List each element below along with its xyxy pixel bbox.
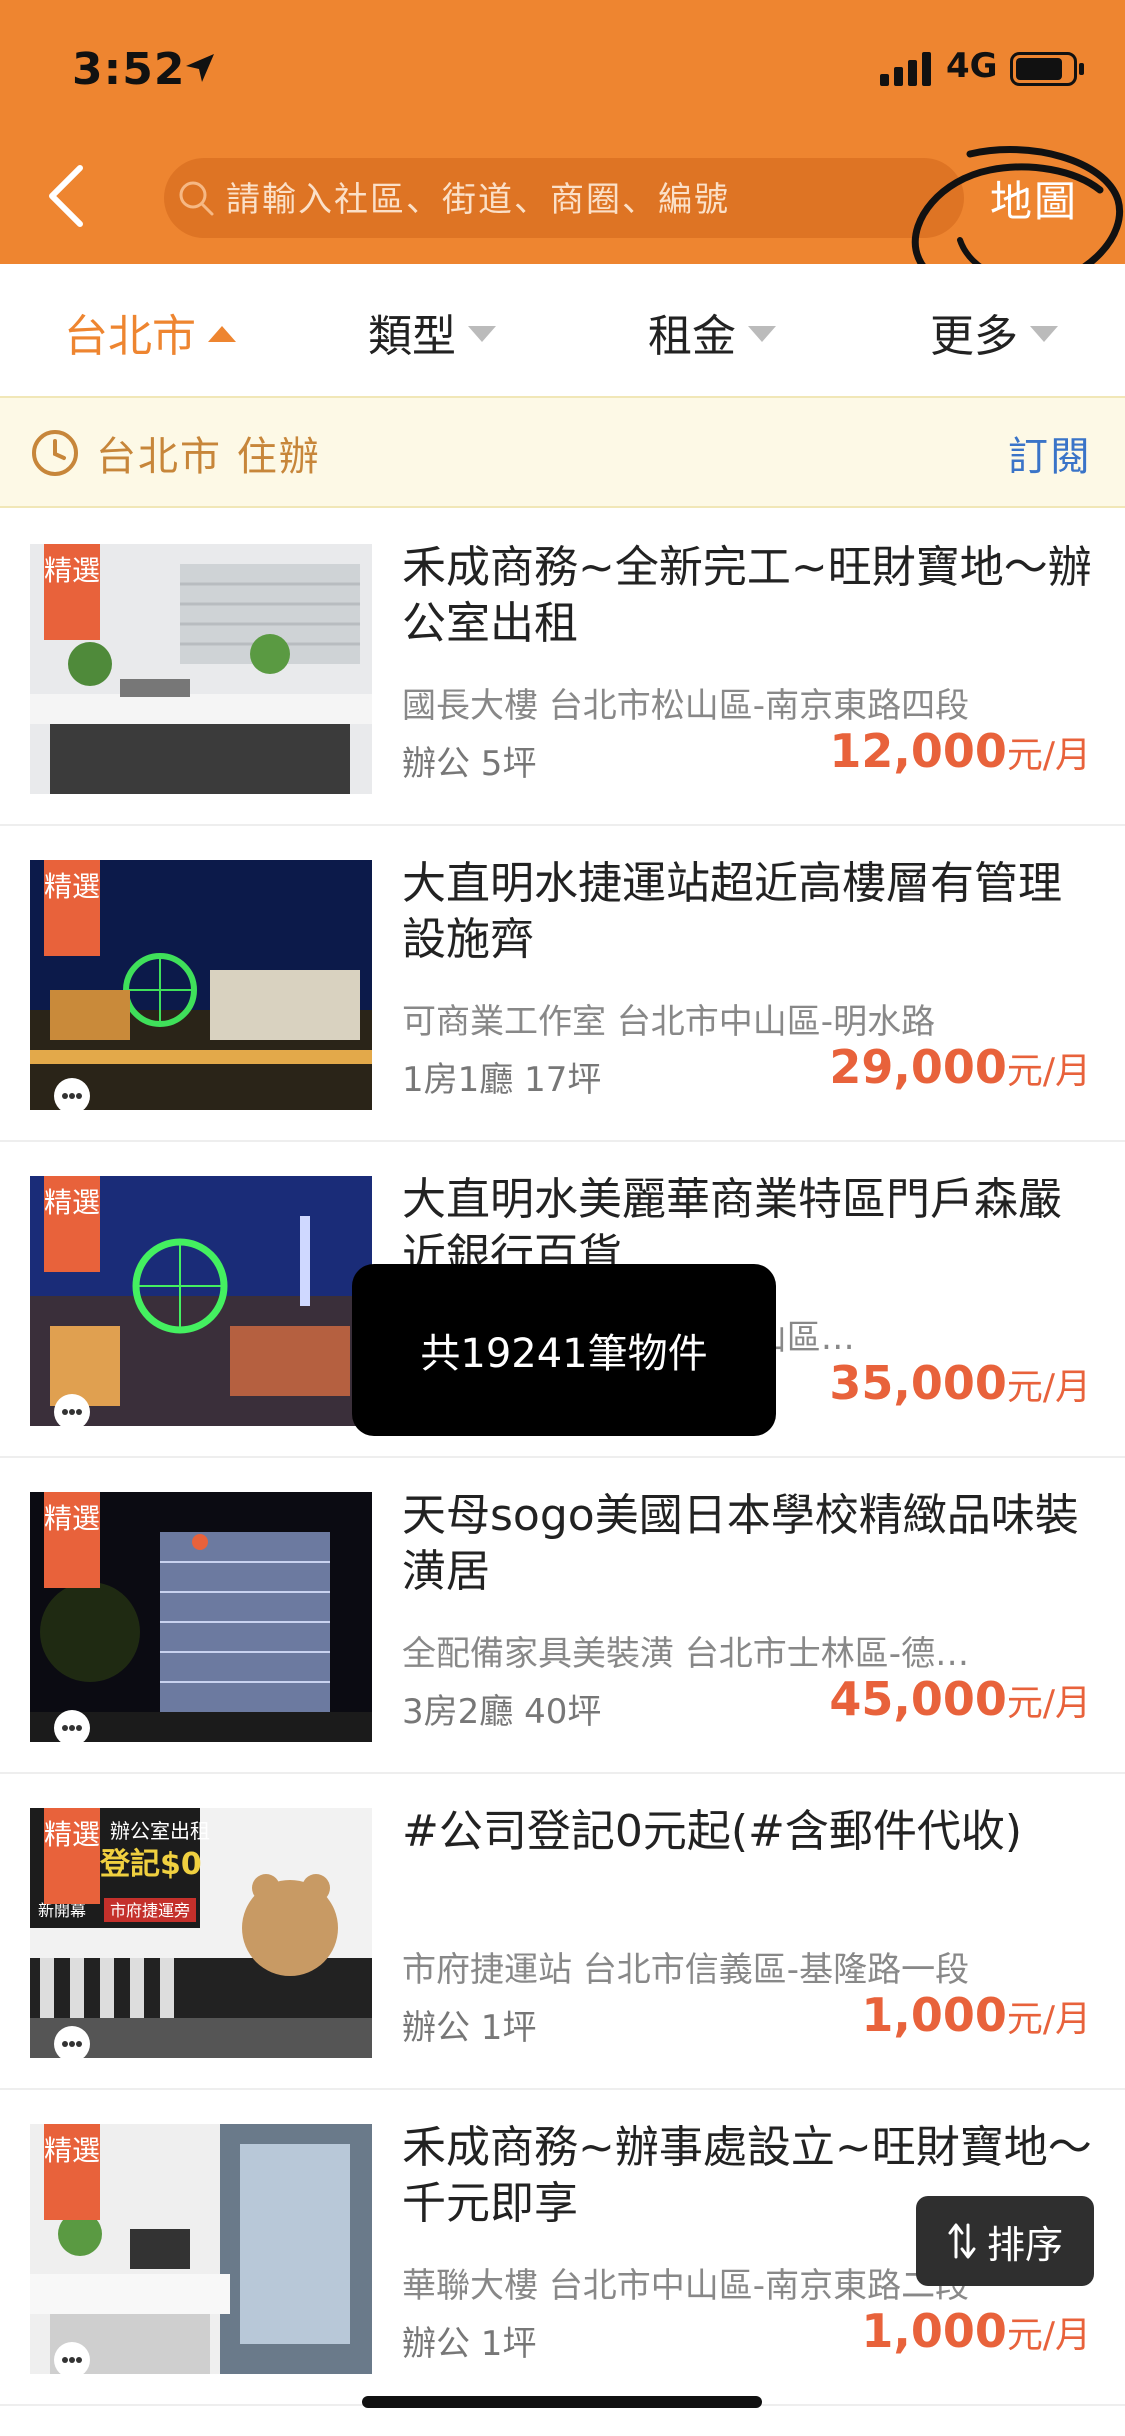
map-button[interactable]: 地圖: [990, 168, 1078, 229]
price-unit: 元/月: [1006, 1051, 1091, 1092]
price-unit: 元/月: [1006, 735, 1091, 776]
filter-city-label: 台北市: [64, 311, 196, 362]
featured-badge: 精選: [44, 1492, 100, 1588]
featured-badge: 精選: [44, 2124, 100, 2220]
listing-location: 市府捷運站 台北市信義區-基隆路一段: [402, 1950, 970, 1990]
featured-badge: 精選: [44, 1176, 100, 1272]
chat-icon: [54, 2026, 90, 2062]
listing-spec: 1房1廳 17坪: [402, 1060, 602, 1100]
featured-badge: 精選: [44, 544, 100, 640]
photo-text: 登記$0: [99, 1847, 202, 1882]
listing-price: 35,000元/月: [829, 1356, 1091, 1410]
listing-item[interactable]: 精選 天母sogo美國日本學校精緻品味裝潢居 全配備家具美裝潢 台北市士林區-德…: [0, 1458, 1125, 1774]
listing-spec: 3房2廳 40坪: [402, 1692, 602, 1732]
battery-icon: [1010, 52, 1084, 86]
filter-more[interactable]: 更多: [930, 300, 1058, 364]
price-value: 45,000: [829, 1672, 1007, 1726]
price-unit: 元/月: [1006, 2315, 1091, 2356]
listing-price: 45,000元/月: [829, 1672, 1091, 1726]
caret-up-icon: [208, 326, 236, 342]
filter-rent[interactable]: 租金: [648, 300, 776, 364]
price-value: 1,000: [861, 2304, 1007, 2358]
listing-title: #公司登記0元起(#含郵件代收): [402, 1806, 1023, 1857]
price-value: 12,000: [829, 724, 1007, 778]
price-value: 35,000: [829, 1356, 1007, 1410]
status-time: 3:52: [72, 44, 186, 95]
chat-icon: [54, 1710, 90, 1746]
price-unit: 元/月: [1006, 1683, 1091, 1724]
price-value: 1,000: [861, 1988, 1007, 2042]
caret-down-icon: [468, 326, 496, 342]
filter-type[interactable]: 類型: [368, 300, 496, 364]
caret-down-icon: [748, 326, 776, 342]
filter-type-label: 類型: [368, 311, 456, 362]
sort-label: 排序: [986, 2222, 1063, 2267]
listing-location: 國長大樓 台北市松山區-南京東路四段: [402, 686, 970, 726]
listing-location: 全配備家具美裝潢 台北市士林區-德…: [402, 1634, 970, 1674]
listing-spec: 辦公 5坪: [402, 744, 537, 784]
featured-badge: 精選: [44, 1808, 100, 1904]
network-type: 4G: [946, 46, 998, 86]
result-count-toast: 共19241筆物件: [352, 1264, 776, 1436]
location-arrow-icon: [186, 54, 214, 82]
signal-icon: [880, 52, 931, 86]
listing-spec: 辦公 1坪: [402, 2324, 537, 2364]
photo-text: 辦公室出租: [110, 1819, 210, 1843]
filter-city[interactable]: 台北市: [64, 300, 236, 364]
clock-icon: [32, 430, 78, 476]
back-icon[interactable]: [40, 160, 96, 232]
listing-location: 可商業工作室 台北市中山區-明水路: [402, 1002, 936, 1042]
filter-more-label: 更多: [930, 311, 1018, 362]
search-icon: [179, 181, 214, 216]
home-indicator[interactable]: [362, 2396, 762, 2408]
listing-price: 29,000元/月: [829, 1040, 1091, 1094]
sort-arrows-icon: [948, 2223, 976, 2259]
listing-price: 1,000元/月: [861, 1988, 1091, 2042]
listing-title: 禾成商務~全新完工~旺財寶地～辦公室出租: [402, 542, 1092, 649]
price-unit: 元/月: [1006, 1999, 1091, 2040]
listing-item[interactable]: 精選 大直明水捷運站超近高樓層有管理設施齊 可商業工作室 台北市中山區-明水路 …: [0, 826, 1125, 1142]
listing-price: 12,000元/月: [829, 724, 1091, 778]
caret-down-icon: [1030, 326, 1058, 342]
listing-title: 天母sogo美國日本學校精緻品味裝潢居: [402, 1490, 1079, 1597]
search-placeholder: 請輸入社區、街道、商圈、編號: [226, 180, 730, 220]
price-unit: 元/月: [1006, 1367, 1091, 1408]
listing-item[interactable]: 精選 禾成商務~全新完工~旺財寶地～辦公室出租 國長大樓 台北市松山區-南京東路…: [0, 510, 1125, 826]
subscribe-button[interactable]: 訂閱: [1008, 424, 1092, 482]
listing-page: 3:52 4G 請輸入社區、街道、商圈、編號 地圖 台北市 類型 租金 更多 台…: [0, 0, 1125, 2436]
chat-icon: [54, 1078, 90, 1114]
chat-icon: [54, 2342, 90, 2378]
chat-icon: [54, 1394, 90, 1430]
filter-rent-label: 租金: [648, 311, 736, 362]
listing-item[interactable]: 辦公室出租 登記$0 新開幕 市府捷運旁 精選 #公司登記0元起(#含郵件代收)…: [0, 1774, 1125, 2090]
subscription-text: 台北市 住辦: [96, 434, 321, 480]
featured-badge: 精選: [44, 860, 100, 956]
listing-price: 1,000元/月: [861, 2304, 1091, 2358]
listing-spec: 辦公 1坪: [402, 2008, 537, 2048]
sort-button[interactable]: 排序: [916, 2196, 1094, 2286]
price-value: 29,000: [829, 1040, 1007, 1094]
photo-text: 市府捷運旁: [110, 1901, 190, 1920]
listing-title: 大直明水捷運站超近高樓層有管理設施齊: [402, 858, 1062, 965]
